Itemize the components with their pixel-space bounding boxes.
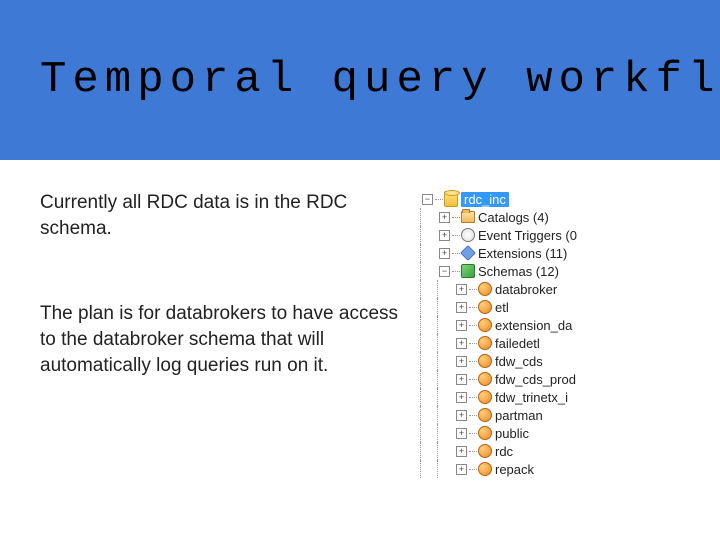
tree-catalogs-label: Catalogs (4) [478,210,549,225]
schema-label: etl [495,300,509,315]
expand-icon[interactable]: + [456,392,467,403]
content-area: Currently all RDC data is in the RDC sch… [0,160,720,478]
tree-schema-item[interactable]: + fdw_cds [420,352,640,370]
slide-header: Temporal query workflow [0,0,720,160]
paragraph-2: The plan is for databrokers to have acce… [40,301,400,378]
tree-root-label: rdc_inc [461,192,509,207]
expand-icon[interactable]: + [439,248,450,259]
schema-icon [478,408,492,422]
expand-icon[interactable]: + [456,464,467,475]
schema-label: fdw_cds [495,354,543,369]
schema-icon [478,318,492,332]
paragraph-1: Currently all RDC data is in the RDC sch… [40,190,400,241]
schema-icon [478,282,492,296]
tree-schema-item[interactable]: + extension_da [420,316,640,334]
schema-label: partman [495,408,543,423]
schema-label: extension_da [495,318,572,333]
expand-icon[interactable]: + [439,212,450,223]
schema-icon [478,462,492,476]
expand-icon[interactable]: + [456,320,467,331]
tree-extensions-label: Extensions (11) [478,246,567,261]
schema-tree: − rdc_inc + Catalogs (4) + Event Trigger… [420,190,640,478]
schema-icon [478,354,492,368]
expand-icon[interactable]: + [456,446,467,457]
tree-event-triggers-label: Event Triggers (0 [478,228,577,243]
tree-schema-item[interactable]: + fdw_trinetx_i [420,388,640,406]
expand-icon[interactable]: + [456,356,467,367]
expand-icon[interactable]: + [456,428,467,439]
tree-schema-item[interactable]: + rdc [420,442,640,460]
expand-icon[interactable]: + [456,284,467,295]
event-trigger-icon [461,228,475,242]
tree-schema-item[interactable]: + fdw_cds_prod [420,370,640,388]
schema-label: fdw_cds_prod [495,372,576,387]
schema-label: failedetl [495,336,540,351]
text-column: Currently all RDC data is in the RDC sch… [40,190,420,478]
schema-icon [478,372,492,386]
tree-schema-item[interactable]: + public [420,424,640,442]
collapse-icon[interactable]: − [422,194,433,205]
tree-schema-item[interactable]: + databroker [420,280,640,298]
expand-icon[interactable]: + [439,230,450,241]
tree-schema-item[interactable]: + partman [420,406,640,424]
expand-icon[interactable]: + [456,410,467,421]
tree-event-triggers[interactable]: + Event Triggers (0 [420,226,640,244]
schema-icon [478,390,492,404]
schema-label: public [495,426,529,441]
tree-catalogs[interactable]: + Catalogs (4) [420,208,640,226]
schema-icon [478,300,492,314]
tree-schemas[interactable]: − Schemas (12) [420,262,640,280]
slide-title: Temporal query workflow [40,55,720,105]
tree-schemas-label: Schemas (12) [478,264,559,279]
schema-icon [478,426,492,440]
extension-icon [460,245,476,261]
tree-schema-item[interactable]: + failedetl [420,334,640,352]
expand-icon[interactable]: + [456,302,467,313]
schema-icon [478,336,492,350]
expand-icon[interactable]: + [456,338,467,349]
schema-label: rdc [495,444,513,459]
schema-label: fdw_trinetx_i [495,390,568,405]
schemas-icon [461,264,475,278]
schema-label: repack [495,462,534,477]
schema-icon [478,444,492,458]
schema-label: databroker [495,282,557,297]
collapse-icon[interactable]: − [439,266,450,277]
tree-extensions[interactable]: + Extensions (11) [420,244,640,262]
catalog-icon [461,211,475,223]
tree-schema-item[interactable]: + repack [420,460,640,478]
tree-schema-item[interactable]: + etl [420,298,640,316]
expand-icon[interactable]: + [456,374,467,385]
tree-root[interactable]: − rdc_inc [420,190,640,208]
database-icon [444,191,458,207]
